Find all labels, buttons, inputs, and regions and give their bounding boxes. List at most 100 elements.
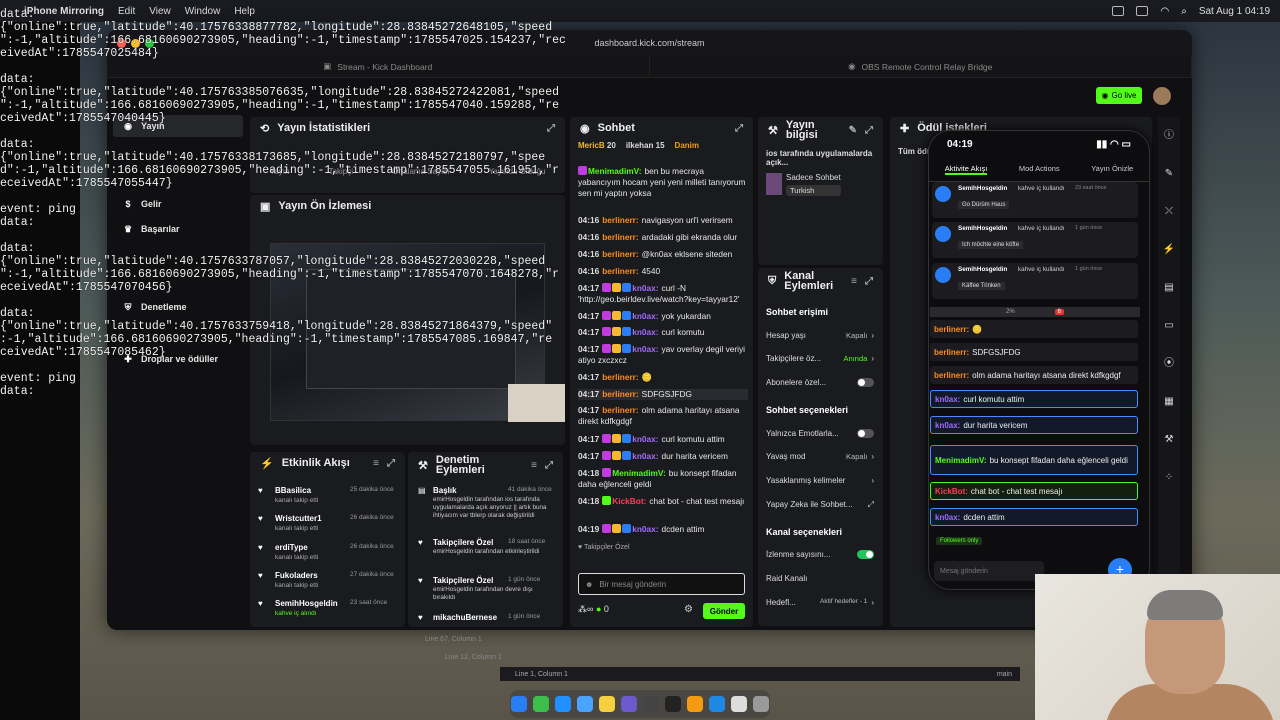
tab-preview[interactable]: Yayın Önizle (1091, 164, 1133, 175)
message-username[interactable]: kn0ax: (632, 524, 658, 534)
message-username[interactable]: berlinerr: (602, 215, 638, 225)
message-username[interactable]: kn0ax: (632, 283, 658, 293)
chat-message[interactable]: 04:17 kn0ax: curl komutu attim (578, 434, 748, 445)
grid-icon[interactable]: ⁘ (1158, 459, 1180, 497)
edit-icon[interactable]: ✎ (1158, 155, 1180, 193)
chat-message[interactable]: MenimadimV: ben bu mecraya yabancıyım hoc… (578, 166, 748, 199)
phone-chat-message[interactable]: berlinerr: olm adama haritayı atsana dire… (930, 366, 1138, 384)
trash-icon[interactable] (753, 696, 769, 712)
terminal-icon[interactable] (665, 696, 681, 712)
document-icon[interactable] (731, 696, 747, 712)
message-username[interactable]: kn0ax: (632, 451, 658, 461)
expand-icon[interactable]: ⤢ (735, 123, 743, 134)
message-username[interactable]: kn0ax: (632, 327, 658, 337)
phone-chat-input[interactable]: Mesaj gönderin (934, 561, 1044, 581)
phone-activity-item[interactable]: SemihHosgeldin kahve iç kullandı 1 gün önc… (932, 263, 1138, 299)
go-live-button[interactable]: ◉ Go live (1096, 87, 1142, 104)
phone-chat-message[interactable]: berlinerr: 🪙 (930, 320, 1138, 338)
wrench-icon[interactable]: ⚒ (1158, 421, 1180, 459)
message-username[interactable]: berlinerr: (602, 389, 638, 399)
url-bar[interactable]: dashboard.kick.com/stream (594, 38, 704, 48)
chat-message[interactable]: 04:17 kn0ax: dur harita vericem (578, 451, 748, 462)
setting-row[interactable]: Yapay Zeka ile Sohbet... ⤢ (766, 500, 874, 510)
message-username[interactable]: kn0ax: (632, 311, 658, 321)
toggle-switch[interactable] (857, 550, 874, 559)
safari-icon[interactable] (555, 696, 571, 712)
top-chatter[interactable]: MericB 20 (578, 141, 616, 150)
layout-icon[interactable]: ▦ (1158, 383, 1180, 421)
toggle-switch[interactable] (857, 429, 874, 438)
chat-message[interactable]: 04:17 kn0ax: curl komutu (578, 327, 748, 338)
message-username[interactable]: berlinerr: (602, 266, 638, 276)
phone-chat-message[interactable]: MenimadimV: bu konsept fifadan daha eğlen… (930, 445, 1138, 475)
filter-icon[interactable]: ≡ (851, 276, 857, 287)
top-chatter[interactable]: ilkehan 15 (626, 141, 665, 150)
chat-message[interactable]: 04:17 kn0ax: yok yukardan (578, 311, 748, 322)
tab-activity[interactable]: Aktivite Akışı (944, 164, 988, 175)
share-icon[interactable]: ⤬ (1158, 193, 1180, 231)
filter-icon[interactable]: ≡ (531, 460, 537, 471)
chat-message[interactable]: 04:18 MenimadimV: bu konsept fifadan daha … (578, 468, 748, 490)
setting-row[interactable]: Hesap yaşı Kapalı › (766, 331, 874, 340)
chat-message[interactable]: 04:16 berlinerr: navigasyon url'i verirsem (578, 215, 748, 226)
edit-icon[interactable]: ✎ (849, 125, 857, 136)
chat-input[interactable]: ☻ Bir mesaj gönderin (578, 573, 745, 595)
info-icon[interactable]: ⓘ (1158, 117, 1180, 155)
top-chatter[interactable]: Danim (675, 141, 699, 150)
filter-icon[interactable]: ≡ (373, 458, 379, 469)
phone-chat-message[interactable]: KickBot: chat bot - chat test mesajı (930, 482, 1138, 500)
chat-message[interactable]: 04:17 kn0ax: curl -N 'http://geo.beirldev.… (578, 283, 748, 305)
setting-row[interactable]: Yalnızca Emotlarla... (766, 429, 874, 438)
app-icon[interactable] (687, 696, 703, 712)
expand-icon[interactable]: ⤢ (865, 276, 873, 287)
status-icon[interactable] (1136, 6, 1149, 16)
messages-icon[interactable] (533, 696, 549, 712)
setting-row[interactable]: Abonelere özel... (766, 378, 874, 387)
wifi-icon[interactable]: ◠ (1160, 6, 1169, 17)
menubar-clock[interactable]: Sat Aug 1 04:19 (1199, 6, 1270, 17)
chat-message[interactable]: 04:18 KickBot: chat bot - chat test mesajı (578, 496, 748, 507)
setting-row[interactable]: Yasaklanmış kelimeler › (766, 476, 874, 485)
chat-message[interactable]: 04:17 berlinerr: 🪙 (578, 372, 748, 383)
phone-activity-item[interactable]: SemihHosgeldin kahve iç kullandı 1 gün önc… (932, 222, 1138, 258)
phone-chat-message[interactable]: berlinerr: SDFGSJFDG (930, 343, 1138, 361)
message-username[interactable]: berlinerr: (602, 232, 638, 242)
message-username[interactable]: MenimadimV: (588, 166, 641, 176)
search-icon[interactable]: ⌕ (1181, 6, 1187, 17)
chat-icon[interactable]: ▭ (1158, 307, 1180, 345)
tab-mod-actions[interactable]: Mod Actions (1019, 164, 1060, 175)
message-username[interactable]: MenimadimV: (612, 468, 665, 478)
phone-chat-message[interactable]: kn0ax: dur harita vericem (930, 416, 1138, 434)
phone-activity-item[interactable]: SemihHosgeldin kahve iç kullandı 23 saat ö… (932, 182, 1138, 218)
clipboard-icon[interactable]: ▤ (1158, 269, 1180, 307)
avatar[interactable] (1153, 87, 1171, 105)
app-icon[interactable] (643, 696, 659, 712)
setting-row[interactable]: İzlenme sayısını... (766, 550, 874, 559)
chat-message[interactable]: 04:16 berlinerr: 4540 (578, 266, 748, 277)
message-username[interactable]: KickBot: (612, 496, 646, 506)
mail-icon[interactable] (577, 696, 593, 712)
emoji-icon[interactable]: ☻ (585, 580, 593, 589)
chat-message[interactable]: 04:16 berlinerr: @kn0ax eklsene siteden (578, 249, 748, 260)
message-username[interactable]: kn0ax: (632, 434, 658, 444)
setting-row[interactable]: Raid Kanalı (766, 574, 874, 583)
setting-row[interactable]: Hedefl... Aktif hedefler - 1 › (766, 598, 874, 607)
setting-row[interactable]: Takipçilere öz... Anında › (766, 354, 874, 363)
message-username[interactable]: berlinerr: (602, 405, 638, 415)
bolt-icon[interactable]: ⚡ (1158, 231, 1180, 269)
status-icon[interactable] (1112, 6, 1125, 16)
phone-chat-message[interactable]: kn0ax: dcden attim (930, 508, 1138, 526)
broadcast-icon[interactable]: ⦿ (1158, 345, 1180, 383)
chat-message[interactable]: 04:16 berlinerr: ardadaki gibi ekranda olu… (578, 232, 748, 243)
notes-icon[interactable] (599, 696, 615, 712)
expand-icon[interactable]: ⤢ (547, 123, 555, 134)
chat-message[interactable]: 04:17 berlinerr: SDFGSJFDG (578, 389, 748, 400)
app-icon[interactable] (621, 696, 637, 712)
settings-icon[interactable]: ⚙ (684, 604, 693, 615)
appstore-icon[interactable] (709, 696, 725, 712)
setting-row[interactable]: Yavaş mod Kapalı › (766, 452, 874, 461)
send-button[interactable]: Gönder (703, 603, 745, 619)
chat-message[interactable]: 04:19 kn0ax: dcden attim (578, 524, 748, 535)
phone-chat-message[interactable]: kn0ax: curl komutu attim (930, 390, 1138, 408)
tab-obs-relay[interactable]: ◉ OBS Remote Control Relay Bridge (650, 56, 1192, 77)
